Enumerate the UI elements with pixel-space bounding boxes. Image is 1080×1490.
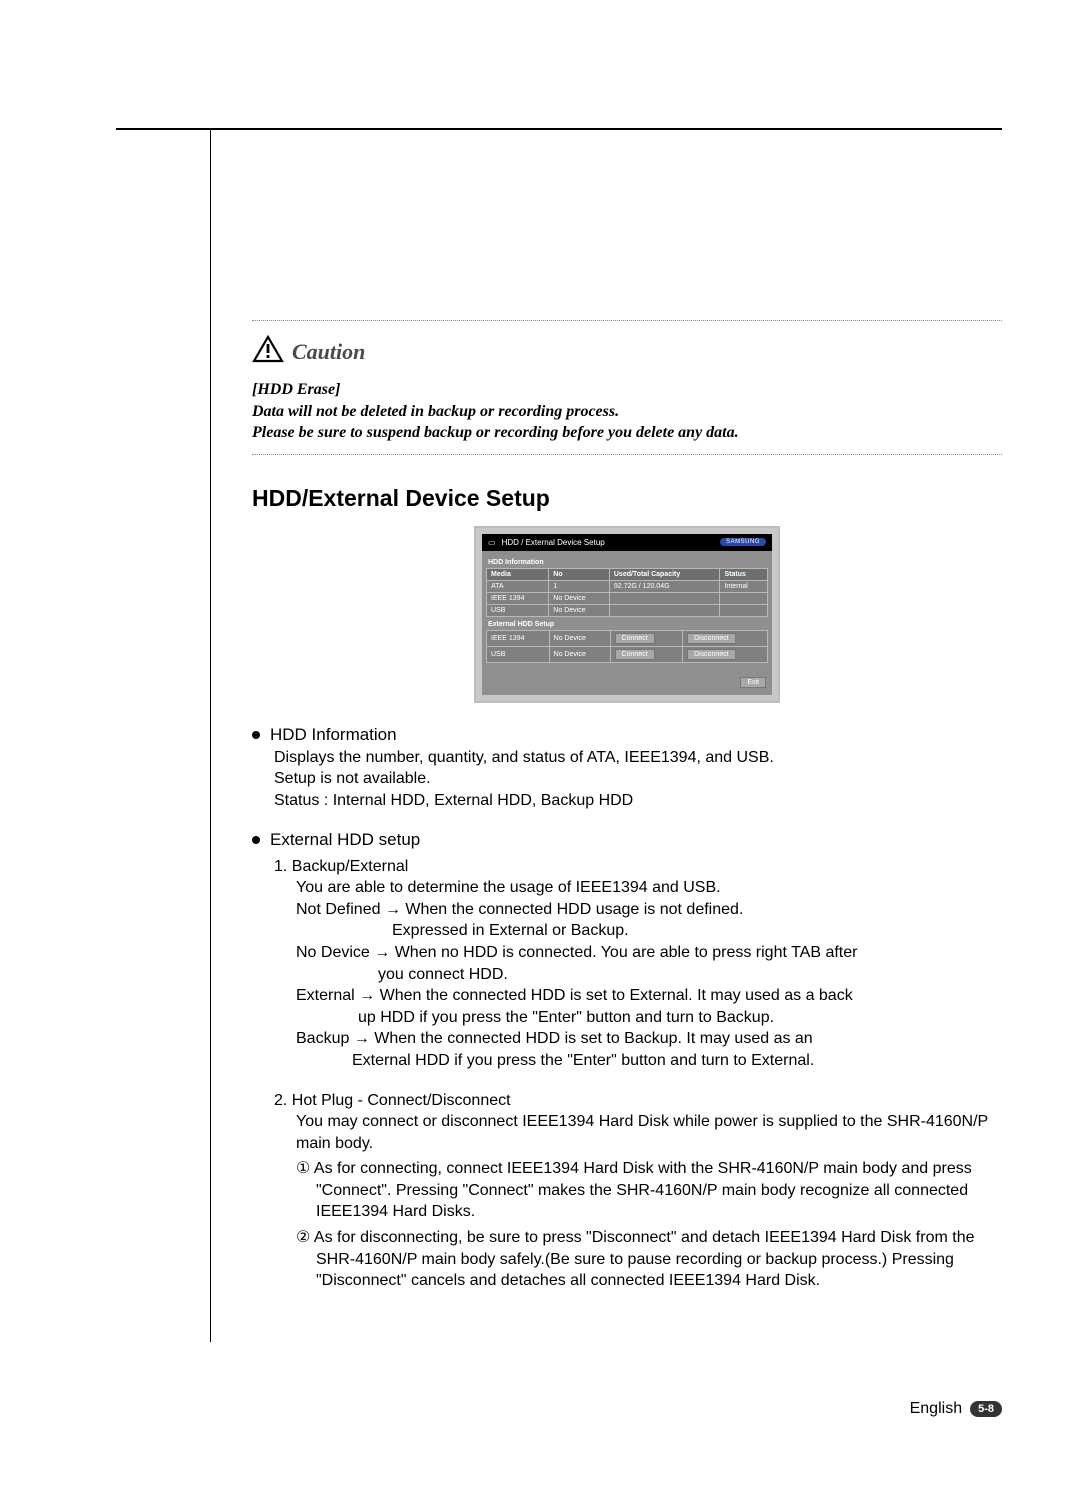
- body-text: You are able to determine the usage of I…: [274, 877, 1002, 899]
- body-text: up HDD if you press the "Enter" button a…: [274, 1007, 1002, 1029]
- body-text: External HDD if you press the "Enter" bu…: [274, 1050, 1002, 1072]
- section-heading: HDD/External Device Setup: [252, 485, 1002, 512]
- body-text: Setup is not available.: [274, 768, 1002, 790]
- ext-setup-caption: External HDD Setup: [486, 617, 768, 630]
- th-status: Status: [720, 568, 768, 580]
- exit-button[interactable]: Exit: [740, 677, 766, 688]
- caution-box: Caution [HDD Erase] Data will not be del…: [252, 320, 1002, 455]
- disconnect-button[interactable]: Disconnect: [687, 633, 736, 644]
- page-number-badge: 5-8: [970, 1401, 1002, 1417]
- ui-title: HDD / External Device Setup: [502, 538, 605, 547]
- caution-line: [HDD Erase]: [252, 379, 1002, 401]
- connect-button[interactable]: Connect: [615, 633, 655, 644]
- body-text: 2. Hot Plug - Connect/Disconnect: [274, 1090, 1002, 1112]
- hdd-info-caption: HDD Information: [486, 555, 768, 568]
- table-row: ATA 1 92.72G / 120.04G Internal: [487, 580, 768, 592]
- ui-title-icon: ▭: [488, 538, 496, 547]
- ext-setup-table: IEEE 1394 No Device Connect Disconnect U…: [486, 630, 768, 663]
- body-text: 1. Backup/External: [274, 856, 1002, 878]
- body-text: ② As for disconnecting, be sure to press…: [274, 1227, 1002, 1292]
- body-text: External → When the connected HDD is set…: [274, 985, 1002, 1007]
- body-text: ① As for connecting, connect IEEE1394 Ha…: [274, 1158, 1002, 1223]
- th-cap: Used/Total Capacity: [609, 568, 720, 580]
- body-text: you connect HDD.: [274, 964, 1002, 986]
- connect-button[interactable]: Connect: [615, 649, 655, 660]
- footer-language: English: [910, 1400, 962, 1418]
- caution-icon: [252, 335, 284, 369]
- bullet-icon: [252, 836, 260, 844]
- caution-line: Data will not be deleted in backup or re…: [252, 401, 1002, 423]
- table-row: USB No Device: [487, 604, 768, 616]
- body-text: Not Defined → When the connected HDD usa…: [274, 899, 1002, 921]
- disconnect-button[interactable]: Disconnect: [687, 649, 736, 660]
- bullet-title: HDD Information: [270, 725, 397, 745]
- bullet-title: External HDD setup: [270, 830, 420, 850]
- table-row: IEEE 1394 No Device: [487, 592, 768, 604]
- caution-line: Please be sure to suspend backup or reco…: [252, 422, 1002, 444]
- caution-label: Caution: [292, 339, 365, 365]
- hdd-info-table: Media No Used/Total Capacity Status ATA …: [486, 568, 768, 617]
- body-text: Displays the number, quantity, and statu…: [274, 747, 1002, 769]
- table-row: IEEE 1394 No Device Connect Disconnect: [487, 630, 768, 646]
- th-no: No: [549, 568, 610, 580]
- body-text: Status : Internal HDD, External HDD, Bac…: [274, 790, 1002, 812]
- table-row: USB No Device Connect Disconnect: [487, 646, 768, 662]
- bullet-icon: [252, 731, 260, 739]
- body-text: Expressed in External or Backup.: [274, 920, 1002, 942]
- body-text: You may connect or disconnect IEEE1394 H…: [274, 1111, 1002, 1154]
- brand-badge: SAMSUNG: [720, 538, 766, 546]
- th-media: Media: [487, 568, 549, 580]
- ui-screenshot: ▭ HDD / External Device Setup SAMSUNG HD…: [474, 526, 780, 703]
- body-text: No Device → When no HDD is connected. Yo…: [274, 942, 1002, 964]
- body-text: Backup → When the connected HDD is set t…: [274, 1028, 1002, 1050]
